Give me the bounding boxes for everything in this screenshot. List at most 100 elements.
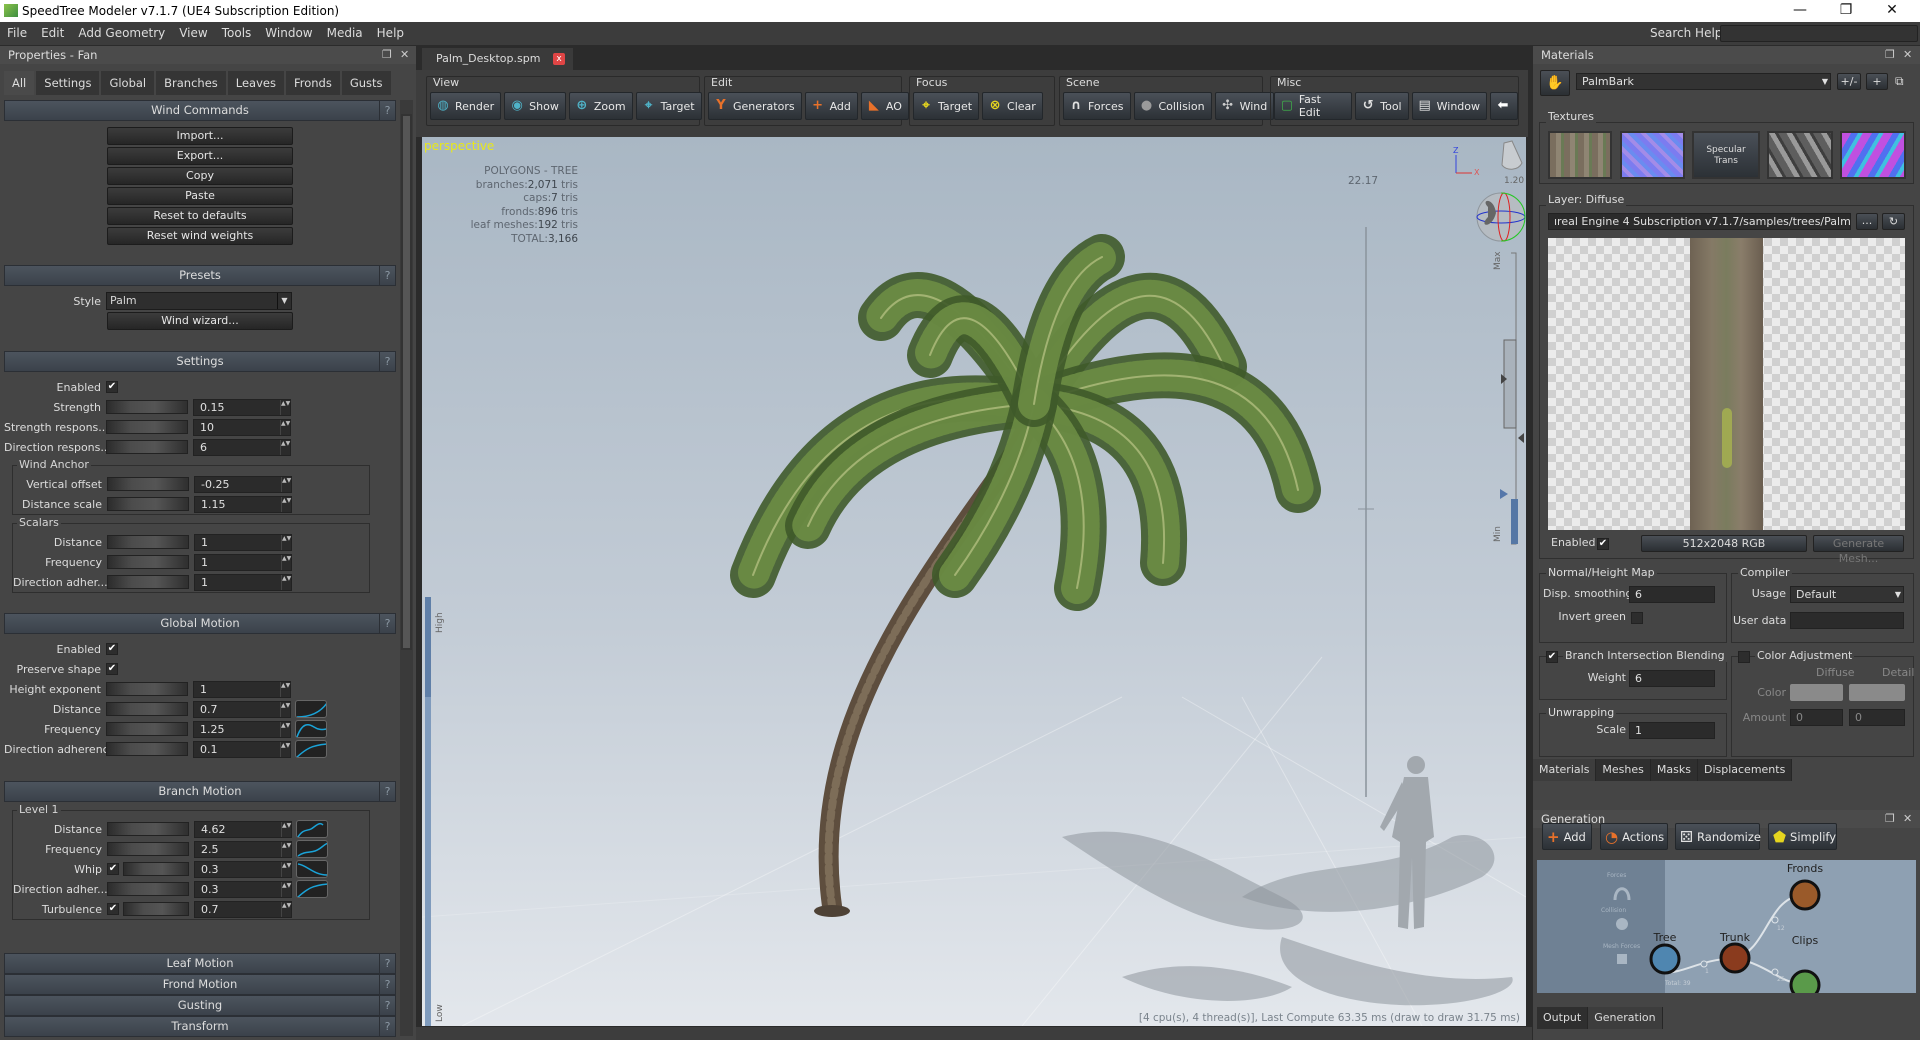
tab-settings[interactable]: Settings bbox=[36, 71, 100, 95]
curve-editor-icon[interactable] bbox=[295, 740, 328, 758]
whip-field[interactable]: 0.3 ▲▼ bbox=[194, 860, 292, 878]
light-icon[interactable] bbox=[1501, 140, 1523, 170]
tab-output[interactable]: Output bbox=[1537, 1007, 1589, 1029]
misc-tool-button[interactable]: ↺ Tool bbox=[1355, 92, 1409, 120]
spinner-icon[interactable]: ▲▼ bbox=[281, 901, 291, 917]
direction-adher-field[interactable]: 0.3 ▲▼ bbox=[194, 880, 292, 898]
distance-slider[interactable] bbox=[106, 702, 188, 716]
vertical-offset-slider[interactable] bbox=[107, 477, 189, 491]
menu-tools[interactable]: Tools bbox=[215, 22, 259, 45]
edit-add-button[interactable]: + Add bbox=[804, 92, 858, 120]
strength-slider[interactable] bbox=[106, 400, 188, 414]
spinner-icon[interactable]: ▲▼ bbox=[280, 721, 290, 737]
frequency-slider[interactable] bbox=[107, 555, 189, 569]
tree-node[interactable] bbox=[1649, 943, 1681, 975]
fronds-node[interactable] bbox=[1789, 879, 1821, 911]
randomize-button[interactable]: ⚄ Randomize bbox=[1675, 823, 1761, 850]
help-icon[interactable]: ? bbox=[379, 101, 395, 120]
add-remove-material-button[interactable]: +/- bbox=[1837, 73, 1861, 90]
section-header-branch-motion[interactable]: Branch Motion? bbox=[4, 781, 396, 802]
spinner-icon[interactable]: ▲▼ bbox=[281, 496, 291, 512]
preserve-shape-checkbox[interactable]: ✔ bbox=[106, 663, 118, 675]
layer-enabled-checkbox[interactable]: ✔ bbox=[1597, 538, 1609, 550]
whip-slider[interactable] bbox=[123, 862, 189, 876]
material-select[interactable]: PalmBark ▼ bbox=[1576, 73, 1831, 90]
direction-adher-field[interactable]: 1 ▲▼ bbox=[194, 573, 292, 591]
menu-view[interactable]: View bbox=[172, 22, 214, 45]
spinner-icon[interactable]: ▲▼ bbox=[281, 554, 291, 570]
texture-specular-slot[interactable]: Specular Trans bbox=[1692, 131, 1760, 179]
vertical-offset-field[interactable]: -0.25 ▲▼ bbox=[194, 475, 292, 493]
direction-adherence-field[interactable]: 0.1 ▲▼ bbox=[193, 740, 291, 758]
resolution-button[interactable]: 512x2048 RGB bbox=[1641, 535, 1807, 552]
color-adjustment-checkbox[interactable] bbox=[1738, 651, 1750, 663]
menu-edit[interactable]: Edit bbox=[34, 22, 71, 45]
generation-graph[interactable]: Forces Collision Mesh Forces 1 12 25 Total:… bbox=[1537, 860, 1916, 993]
curve-editor-icon[interactable] bbox=[296, 860, 329, 878]
spinner-icon[interactable]: ▲▼ bbox=[281, 534, 291, 550]
tab-generation[interactable]: Generation bbox=[1588, 1007, 1663, 1029]
tab-meshes[interactable]: Meshes bbox=[1596, 759, 1651, 781]
help-icon[interactable]: ? bbox=[379, 975, 395, 994]
close-panel-icon[interactable]: ✕ bbox=[1903, 46, 1912, 64]
frequency-field[interactable]: 1 ▲▼ bbox=[194, 553, 292, 571]
generate-mesh-button[interactable]: Generate Mesh... bbox=[1813, 535, 1904, 565]
help-icon[interactable]: ? bbox=[379, 266, 395, 285]
texture-detail-thumbnail[interactable] bbox=[1767, 131, 1833, 179]
section-header-leaf-motion[interactable]: Leaf Motion? bbox=[4, 953, 396, 974]
branch-blending-checkbox[interactable]: ✔ bbox=[1546, 651, 1558, 663]
spinner-icon[interactable]: ▲▼ bbox=[280, 419, 290, 435]
misc-window-button[interactable]: ▤ Window bbox=[1411, 92, 1487, 120]
edit-generators-button[interactable]: Y Generators bbox=[708, 92, 802, 120]
section-header-wind-commands[interactable]: Wind Commands? bbox=[4, 100, 396, 121]
menu-file[interactable]: File bbox=[0, 22, 34, 45]
menu-media[interactable]: Media bbox=[320, 22, 370, 45]
scene-collision-button[interactable]: ● Collision bbox=[1133, 92, 1212, 120]
material-tools-icon[interactable]: ⧉ bbox=[1895, 74, 1904, 89]
curve-editor-icon[interactable] bbox=[296, 880, 329, 898]
turbulence-checkbox[interactable]: ✔ bbox=[107, 903, 119, 915]
spinner-icon[interactable]: ▲▼ bbox=[281, 821, 291, 837]
paste-button[interactable]: Paste bbox=[107, 187, 293, 205]
spinner-icon[interactable]: ▲▼ bbox=[281, 476, 291, 492]
tab-leaves[interactable]: Leaves bbox=[227, 71, 284, 95]
section-header-presets[interactable]: Presets? bbox=[4, 265, 396, 286]
direction-adher-slider[interactable] bbox=[107, 882, 189, 896]
curve-editor-icon[interactable] bbox=[296, 840, 329, 858]
section-header-frond-motion[interactable]: Frond Motion? bbox=[4, 974, 396, 995]
float-panel-icon[interactable]: ❐ bbox=[382, 46, 392, 64]
focus-target-button[interactable]: ⌖ Target bbox=[913, 92, 980, 120]
spinner-icon[interactable]: ▲▼ bbox=[281, 861, 291, 877]
spinner-icon[interactable]: ▲▼ bbox=[280, 439, 290, 455]
help-icon[interactable]: ? bbox=[379, 352, 395, 371]
texture-path-field[interactable]: ıreal Engine 4 Subscription v7.1.7/sampl… bbox=[1548, 213, 1851, 230]
import-button[interactable]: Import... bbox=[107, 127, 293, 145]
view-render-button[interactable]: ◍ Render bbox=[430, 92, 502, 120]
properties-scrollbar[interactable] bbox=[400, 100, 413, 1036]
distance-scale-slider[interactable] bbox=[107, 497, 189, 511]
view-zoom-button[interactable]: ⊕ Zoom bbox=[568, 92, 633, 120]
hand-pick-button[interactable]: ✋ bbox=[1540, 70, 1570, 96]
spinner-icon[interactable]: ▲▼ bbox=[281, 881, 291, 897]
texture-normal-thumbnail[interactable] bbox=[1620, 131, 1685, 179]
actions-button[interactable]: ◔ Actions bbox=[1600, 823, 1668, 850]
lod-slider[interactable] bbox=[1500, 252, 1524, 545]
reload-icon[interactable]: ↻ bbox=[1882, 213, 1905, 230]
invert-green-checkbox[interactable] bbox=[1631, 612, 1643, 624]
strength-field[interactable]: 0.15 ▲▼ bbox=[193, 398, 291, 416]
menu-help[interactable]: Help bbox=[370, 22, 411, 45]
strength-respons-field[interactable]: 10 ▲▼ bbox=[193, 418, 291, 436]
tab-fronds[interactable]: Fronds bbox=[285, 71, 340, 95]
frequency-field[interactable]: 2.5 ▲▼ bbox=[194, 840, 292, 858]
edit-ao-button[interactable]: ◣ AO bbox=[860, 92, 909, 120]
weight-field[interactable]: 6 bbox=[1629, 670, 1715, 687]
close-panel-icon[interactable]: ✕ bbox=[400, 46, 409, 64]
help-icon[interactable]: ? bbox=[379, 996, 395, 1015]
tab-global[interactable]: Global bbox=[101, 71, 155, 95]
view-mode-label[interactable]: perspective bbox=[424, 139, 494, 153]
document-tab[interactable]: Palm_Desktop.spm x bbox=[422, 48, 573, 70]
direction-adherence-slider[interactable] bbox=[106, 742, 188, 756]
curve-editor-icon[interactable] bbox=[295, 720, 328, 738]
frequency-slider[interactable] bbox=[106, 722, 188, 736]
height-gradient-bar[interactable]: High Low bbox=[422, 597, 444, 1026]
